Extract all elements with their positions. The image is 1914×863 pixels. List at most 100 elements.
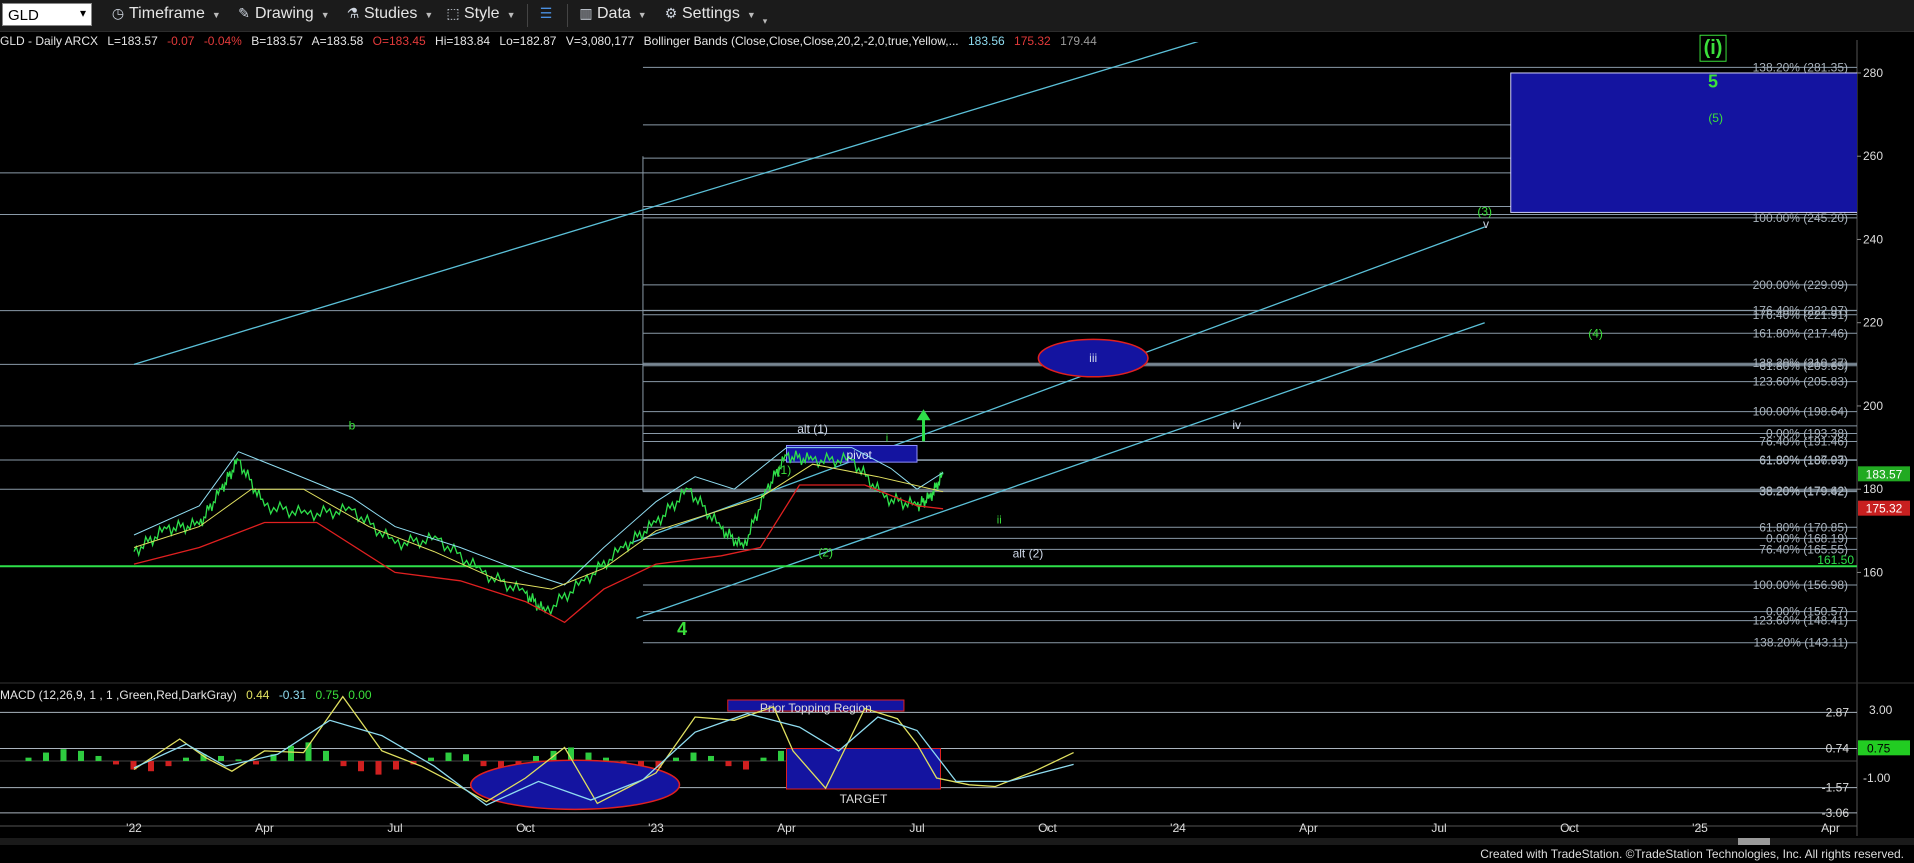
fib-level-label: 100.00% (156.98)	[1753, 578, 1848, 592]
macd-histogram-bar	[25, 757, 32, 762]
macd-ellipse	[469, 759, 681, 811]
y-tick-label: 160	[1863, 565, 1883, 579]
change-pct: -0.04%	[203, 34, 242, 48]
price-line	[133, 450, 944, 617]
wave-label: ii	[997, 514, 1002, 526]
macd-histogram-bar	[533, 755, 539, 762]
time-scrollbar[interactable]	[0, 838, 1914, 845]
fib-level-label: 138.20% (143.11)	[1753, 636, 1848, 650]
macd-histogram-bar	[253, 761, 259, 765]
macd-histogram-bar	[218, 755, 224, 762]
x-tick-label: Apr	[1299, 821, 1318, 835]
macd-box-label: TARGET	[840, 792, 888, 806]
x-tick-label: '24	[1170, 821, 1186, 835]
macd-histogram-bar	[375, 761, 382, 775]
macd-level-label: 0.74	[1826, 741, 1850, 755]
bollinger-value-3: 179.44	[1060, 34, 1097, 48]
scrollbar-thumb[interactable]	[1738, 838, 1770, 845]
up-arrow-icon	[916, 409, 931, 421]
x-tick-label: Jul	[387, 821, 402, 835]
macd-level-label: -3.06	[1822, 806, 1850, 820]
macd-histogram-bar	[165, 761, 172, 767]
x-tick-label: Oct	[1038, 821, 1057, 835]
price-chart[interactable]: 138.20% (281.35)123.60% (267.53)300.00% …	[0, 0, 1914, 863]
macd-histogram-bar	[480, 761, 487, 767]
macd-box	[786, 747, 941, 790]
macd-histogram-bar	[95, 755, 102, 762]
y-tick-label: 280	[1863, 66, 1883, 80]
macd-histogram-bar	[760, 757, 767, 762]
macd-value-2: -0.31	[278, 688, 307, 702]
macd-histogram-bar	[358, 761, 364, 772]
x-tick-label: '22	[126, 821, 142, 835]
macd-level-label: 2.87	[1826, 705, 1850, 719]
macd-histogram-bar	[673, 757, 679, 762]
macd-histogram-bar	[428, 757, 434, 762]
symbol-title: GLD - Daily ARCX	[0, 34, 99, 48]
change: -0.07	[167, 34, 195, 48]
y-tick-label: 180	[1863, 482, 1883, 496]
fib-level-label: 123.60% (205.83)	[1753, 375, 1848, 389]
macd-histogram-bar	[708, 755, 714, 762]
y-tick-label: 240	[1863, 232, 1883, 246]
wave-label: (4)	[1588, 326, 1603, 340]
iii-label: iii	[1089, 351, 1097, 365]
wave-label: i	[886, 432, 888, 444]
macd-y-tick-label: 3.00	[1869, 703, 1893, 717]
bollinger-value-2: 175.32	[1014, 34, 1051, 48]
wave-label: (2)	[818, 546, 833, 560]
bid: B=183.57	[251, 34, 303, 48]
macd-histogram-bar	[323, 750, 329, 762]
high: Hi=183.84	[435, 34, 491, 48]
macd-histogram-bar	[235, 759, 242, 762]
x-tick-label: Oct	[516, 821, 535, 835]
low: Lo=182.87	[499, 34, 557, 48]
ask: A=183.58	[311, 34, 364, 48]
macd-histogram-bar	[148, 761, 154, 772]
y-tick-label: 220	[1863, 316, 1883, 330]
fib-level-label: 161.80% (217.46)	[1753, 326, 1848, 340]
wave-label: 4	[677, 619, 687, 639]
fib-level-label: 76.40% (191.46)	[1759, 434, 1848, 448]
copyright-footer: Created with TradeStation. ©TradeStation…	[1480, 847, 1904, 861]
channel-line	[133, 42, 1199, 365]
macd-histogram-bar	[183, 757, 189, 762]
fib-level-label: 138.20% (281.35)	[1753, 60, 1848, 74]
macd-histogram-bar	[340, 761, 347, 767]
macd-histogram-bar	[288, 745, 294, 762]
upper-band-line	[133, 447, 944, 586]
wave-label: v	[1483, 217, 1489, 231]
x-tick-label: Jul	[909, 821, 924, 835]
x-tick-label: Oct	[1560, 821, 1579, 835]
macd-histogram-bar	[463, 754, 469, 762]
macd-histogram-bar	[743, 761, 749, 770]
bollinger-value-1: 183.56	[967, 34, 1005, 48]
macd-histogram-bar	[445, 752, 452, 762]
fib-level-label: 38.20% (179.42)	[1759, 485, 1848, 499]
fib-level-label: 123.60% (148.41)	[1753, 614, 1848, 628]
last-price: L=183.57	[107, 34, 158, 48]
macd-histogram-bar	[113, 761, 119, 765]
fib-level-label: 100.00% (245.20)	[1753, 211, 1848, 225]
bollinger-label: Bollinger Bands (Close,Close,Close,20,2,…	[643, 34, 959, 48]
macd-histogram-bar	[690, 752, 697, 762]
macd-header: MACD (12,26,9, 1 , 1 ,Green,Red,DarkGray…	[0, 688, 378, 702]
macd-value-4: 0.00	[348, 688, 372, 702]
wave-label: 5	[1708, 72, 1718, 92]
x-tick-label: '23	[648, 821, 664, 835]
wave-label: (i)	[1704, 37, 1723, 59]
wave-label: iv	[1232, 418, 1241, 432]
wave-label: (5)	[1708, 111, 1723, 125]
price-header: GLD - Daily ARCX L=183.57 -0.07 -0.04% B…	[0, 34, 1103, 48]
wave-label: alt (1)	[797, 422, 828, 436]
price-badge-text: 161.50	[1817, 553, 1854, 567]
macd-y-tick-label: -1.00	[1863, 771, 1891, 785]
y-tick-label: 260	[1863, 149, 1883, 163]
macd-pane	[0, 699, 1857, 814]
macd-value-3: 0.75	[315, 688, 339, 702]
fib-level-label: 61.80% (209.65)	[1759, 359, 1848, 373]
price-badge-text: 183.57	[1866, 467, 1903, 481]
macd-value-1: 0.44	[246, 688, 270, 702]
macd-badge-text: 0.75	[1867, 741, 1891, 755]
fib-level-label: 176.40% (221.91)	[1753, 308, 1848, 322]
